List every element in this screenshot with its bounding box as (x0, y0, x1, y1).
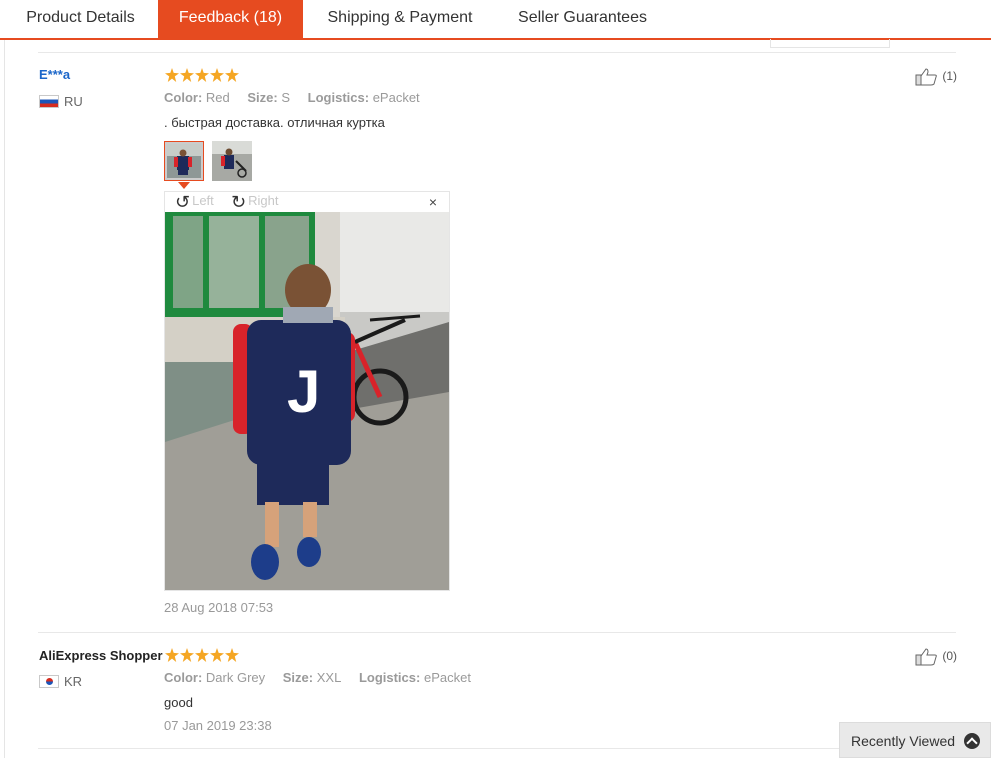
star-icon (180, 68, 194, 82)
divider (4, 40, 5, 758)
divider (770, 39, 890, 48)
flag-icon (39, 675, 59, 688)
review-text: good (164, 695, 193, 710)
star-icon (210, 68, 224, 82)
photo-viewer: ↺ Left ↻ Right × J (164, 191, 450, 591)
rotate-left-button[interactable]: ↺ Left (175, 191, 214, 212)
star-icon (195, 68, 209, 82)
logistics-value: ePacket (423, 670, 471, 685)
star-icon (165, 648, 179, 662)
photo-thumb-image (167, 144, 201, 178)
review-photo-image: J (165, 212, 449, 590)
thumbs-up-icon (915, 648, 937, 666)
logistics-value: ePacket (372, 90, 420, 105)
helpful-count: (1) (942, 69, 958, 84)
size-value: XXL (316, 670, 342, 685)
helpful-button[interactable]: (0) (915, 648, 957, 666)
rotate-right-label: Right (248, 193, 279, 208)
photo-viewer-toolbar: ↺ Left ↻ Right × (165, 192, 449, 212)
tab-feedback[interactable]: Feedback (18) (158, 0, 303, 38)
divider (38, 632, 956, 633)
review-photo-thumb[interactable] (212, 141, 252, 181)
recently-viewed-bar[interactable]: Recently Viewed (839, 722, 991, 758)
divider (38, 748, 956, 749)
reviewer-country: KR (64, 674, 83, 689)
rotate-left-icon: ↺ (175, 191, 191, 212)
tab-shipping-payment[interactable]: Shipping & Payment (310, 0, 490, 38)
review-date: 07 Jan 2019 23:38 (164, 718, 272, 733)
size-value: S (281, 90, 291, 105)
product-tabs: Product Details Feedback (18) Shipping &… (0, 0, 991, 40)
close-icon[interactable]: × (429, 194, 437, 210)
rotate-right-button[interactable]: ↻ Right (231, 191, 279, 212)
size-key: Size: (282, 670, 314, 685)
star-icon (225, 648, 239, 662)
tab-product-details[interactable]: Product Details (8, 0, 153, 38)
helpful-count: (0) (942, 649, 958, 664)
logistics-key: Logistics: (358, 670, 421, 685)
color-key: Color: (164, 90, 203, 105)
chevron-up-icon[interactable] (964, 733, 980, 749)
reviewer-name: AliExpress Shopper (39, 648, 163, 663)
star-icon (180, 648, 194, 662)
reviewer-name[interactable]: E***a (39, 67, 70, 82)
rotate-left-label: Left (192, 193, 214, 208)
review-attributes: Color: Dark Grey Size: XXL Logistics: eP… (164, 670, 485, 685)
photo-thumb-image (212, 141, 252, 181)
svg-text:J: J (287, 358, 320, 425)
recently-viewed-label: Recently Viewed (851, 733, 956, 749)
star-icon (165, 68, 179, 82)
flag-icon (39, 95, 59, 108)
tab-seller-guarantees[interactable]: Seller Guarantees (500, 0, 665, 38)
star-rating (165, 648, 240, 662)
star-icon (195, 648, 209, 662)
color-key: Color: (164, 670, 203, 685)
helpful-button[interactable]: (1) (915, 68, 957, 86)
star-rating (165, 68, 240, 82)
review-photo-large: J (165, 212, 449, 590)
reviewer-country: RU (64, 94, 83, 109)
star-icon (210, 648, 224, 662)
color-value: Red (205, 90, 230, 105)
logistics-key: Logistics: (307, 90, 370, 105)
star-icon (225, 68, 239, 82)
selected-caret-icon (178, 182, 190, 189)
divider (38, 52, 956, 53)
rotate-right-icon: ↻ (231, 191, 247, 212)
review-attributes: Color: Red Size: S Logistics: ePacket (164, 90, 434, 105)
review-text: . быстрая доставка. отличная куртка (164, 115, 385, 130)
color-value: Dark Grey (205, 670, 266, 685)
review-photo-thumb[interactable] (164, 141, 204, 181)
review-date: 28 Aug 2018 07:53 (164, 600, 274, 615)
thumbs-up-icon (915, 68, 937, 86)
size-key: Size: (247, 90, 278, 105)
